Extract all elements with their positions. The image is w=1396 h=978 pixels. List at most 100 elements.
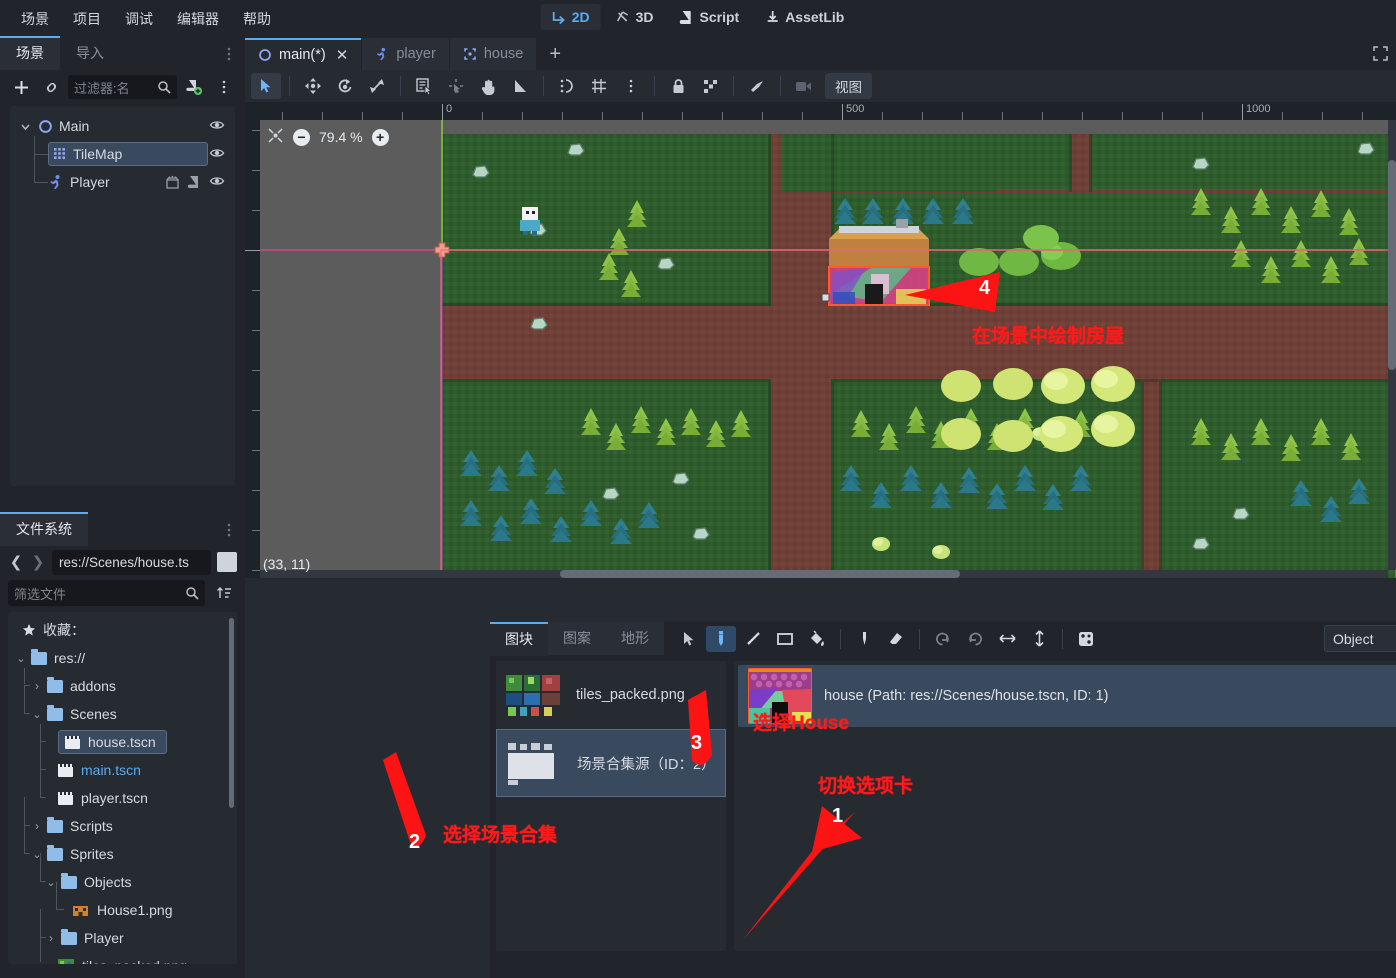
filesystem-filter-input[interactable]: 筛选文件: [8, 580, 205, 606]
tile-paint-tool-button[interactable]: [706, 625, 736, 652]
filesystem-row-addons[interactable]: › addons: [8, 668, 237, 700]
filesystem-row-player-folder[interactable]: › Player: [8, 909, 237, 952]
tile-flip-vertical-button[interactable]: [1024, 626, 1054, 652]
editor-tab-player[interactable]: player: [362, 38, 449, 70]
lock-tool-button[interactable]: [663, 73, 693, 99]
tile-select-tool-button[interactable]: [674, 626, 704, 652]
tilemap-tab-patterns[interactable]: 图案: [548, 622, 606, 655]
scene-tree-row-tilemap[interactable]: TileMap: [10, 136, 235, 168]
zoom-reset-icon[interactable]: [267, 127, 284, 147]
tile-rotate-right-button[interactable]: [960, 626, 990, 652]
dock-tab-scene[interactable]: 场景: [0, 36, 60, 70]
rotate-tool-button[interactable]: [330, 73, 360, 99]
viewport-vertical-scrollbar[interactable]: [1388, 120, 1396, 570]
grid-snap-tool-button[interactable]: [584, 73, 614, 99]
mode-button-3d[interactable]: 3D: [605, 4, 665, 30]
scene-filter-input[interactable]: 过滤器:名: [68, 75, 177, 99]
chevron-down-icon[interactable]: ⌄: [30, 848, 44, 861]
filesystem-row-main-tscn[interactable]: main.tscn: [8, 742, 237, 784]
filesystem-row-scripts[interactable]: › Scripts: [8, 797, 237, 840]
dock-tab-import[interactable]: 导入: [60, 37, 120, 70]
scene-dock-menu-icon[interactable]: [221, 46, 237, 62]
scale-tool-button[interactable]: [362, 73, 392, 99]
expand-editor-icon[interactable]: [1373, 46, 1388, 64]
pan-tool-button[interactable]: [473, 73, 503, 99]
menu-debug[interactable]: 调试: [114, 5, 164, 33]
mode-button-script[interactable]: Script: [669, 4, 751, 30]
smart-snap-tool-button[interactable]: [552, 73, 582, 99]
zoom-out-button[interactable]: −: [293, 128, 310, 146]
filesystem-path-input[interactable]: res://Scenes/house.ts: [52, 549, 211, 575]
snap-options-button[interactable]: [616, 73, 646, 99]
instance-scene-button[interactable]: [38, 75, 64, 99]
tileset-source-list[interactable]: tiles_packed.png 场景合集源（ID：2）: [496, 661, 726, 951]
camera-override-button[interactable]: [789, 73, 819, 99]
tile-eraser-tool-button[interactable]: [881, 626, 911, 652]
chevron-down-icon[interactable]: [20, 121, 31, 132]
add-scene-tab-button[interactable]: +: [537, 38, 573, 70]
ruler-corner[interactable]: [245, 102, 260, 120]
chevron-right-icon[interactable]: ›: [44, 931, 58, 945]
chevron-right-icon[interactable]: ›: [30, 819, 44, 833]
scene-tree-row-main[interactable]: Main: [10, 112, 235, 140]
filesystem-dock-menu-icon[interactable]: [221, 522, 237, 538]
view-menu-button[interactable]: 视图: [825, 73, 872, 99]
chevron-down-icon[interactable]: ⌄: [14, 652, 28, 665]
tile-rotate-left-button[interactable]: [928, 626, 958, 652]
chevron-down-icon[interactable]: ⌄: [30, 708, 44, 721]
tile-flip-horizontal-button[interactable]: [992, 626, 1022, 652]
filesystem-tree[interactable]: 收藏： ⌄ res:// › addons ⌄ Scenes house.tsc…: [8, 612, 237, 964]
tile-line-tool-button[interactable]: [738, 626, 768, 652]
tile-rect-tool-button[interactable]: [770, 626, 800, 652]
toggle-split-mode-button[interactable]: [217, 552, 237, 572]
filesystem-row-scenes[interactable]: ⌄ Scenes: [8, 685, 237, 728]
nav-back-icon[interactable]: ❮: [8, 553, 24, 571]
ruler-tool-button[interactable]: [505, 73, 535, 99]
editor-tab-main[interactable]: main(*) ✕: [245, 38, 362, 70]
scene-instance-icon[interactable]: [165, 175, 180, 190]
tile-random-tool-button[interactable]: [1071, 626, 1101, 652]
filesystem-row-house1-png[interactable]: House1.png: [8, 882, 237, 924]
menu-editor[interactable]: 编辑器: [166, 5, 230, 33]
filesystem-row-house-tscn[interactable]: house.tscn: [8, 724, 237, 756]
tilemap-tab-tiles[interactable]: 图块: [490, 621, 548, 656]
move-tool-button[interactable]: [298, 73, 328, 99]
viewport-horizontal-scrollbar[interactable]: [260, 570, 1388, 578]
visibility-toggle-main[interactable]: [209, 117, 225, 136]
visibility-toggle-tilemap[interactable]: [209, 145, 225, 164]
attach-script-button[interactable]: [181, 75, 207, 99]
filesystem-row-res[interactable]: ⌄ res://: [8, 644, 237, 672]
nav-forward-icon[interactable]: ❯: [30, 553, 46, 571]
menu-project[interactable]: 项目: [62, 5, 112, 33]
zoom-in-button[interactable]: +: [371, 128, 389, 146]
editor-tab-house[interactable]: house: [449, 38, 537, 70]
tile-picker-tool-button[interactable]: [849, 626, 879, 652]
menu-scene[interactable]: 场景: [10, 5, 60, 33]
filesystem-row-player-tscn[interactable]: player.tscn: [8, 770, 237, 812]
filesystem-favorites-row[interactable]: 收藏：: [8, 616, 237, 644]
scene-tree-selected-node[interactable]: TileMap: [48, 142, 208, 166]
tileset-source-item-tiles-packed[interactable]: tiles_packed.png: [496, 661, 726, 729]
mode-button-assetlib[interactable]: AssetLib: [754, 4, 855, 30]
group-tool-button[interactable]: [695, 73, 725, 99]
filesystem-selected-file[interactable]: house.tscn: [58, 730, 167, 754]
add-node-button[interactable]: [8, 75, 34, 99]
close-icon[interactable]: ✕: [336, 46, 349, 64]
list-select-tool-button[interactable]: [409, 73, 439, 99]
scene-tree[interactable]: Main TileMap Player: [10, 106, 235, 486]
move-pivot-tool-button[interactable]: [441, 73, 471, 99]
script-attached-icon[interactable]: [187, 175, 201, 190]
scene-tree-options-button[interactable]: [211, 75, 237, 99]
tilemap-tab-terrains[interactable]: 地形: [606, 622, 664, 655]
mode-button-2d[interactable]: 2D: [540, 4, 601, 30]
filesystem-row-sprites[interactable]: ⌄ Sprites: [8, 825, 237, 868]
filesystem-sort-button[interactable]: [211, 581, 237, 605]
filesystem-row-tiles-packed-png[interactable]: tiles_packed.png: [8, 938, 237, 964]
menu-help[interactable]: 帮助: [232, 5, 282, 33]
dock-tab-filesystem[interactable]: 文件系统: [0, 512, 88, 546]
filesystem-row-objects[interactable]: ⌄ Objects: [8, 853, 237, 896]
tile-bucket-tool-button[interactable]: [802, 626, 832, 652]
canvas-viewport[interactable]: 0 500 1000 − 79.4 % + (33, 11): [245, 102, 1396, 578]
chevron-right-icon[interactable]: ›: [30, 679, 44, 693]
select-tool-button[interactable]: [251, 73, 281, 99]
